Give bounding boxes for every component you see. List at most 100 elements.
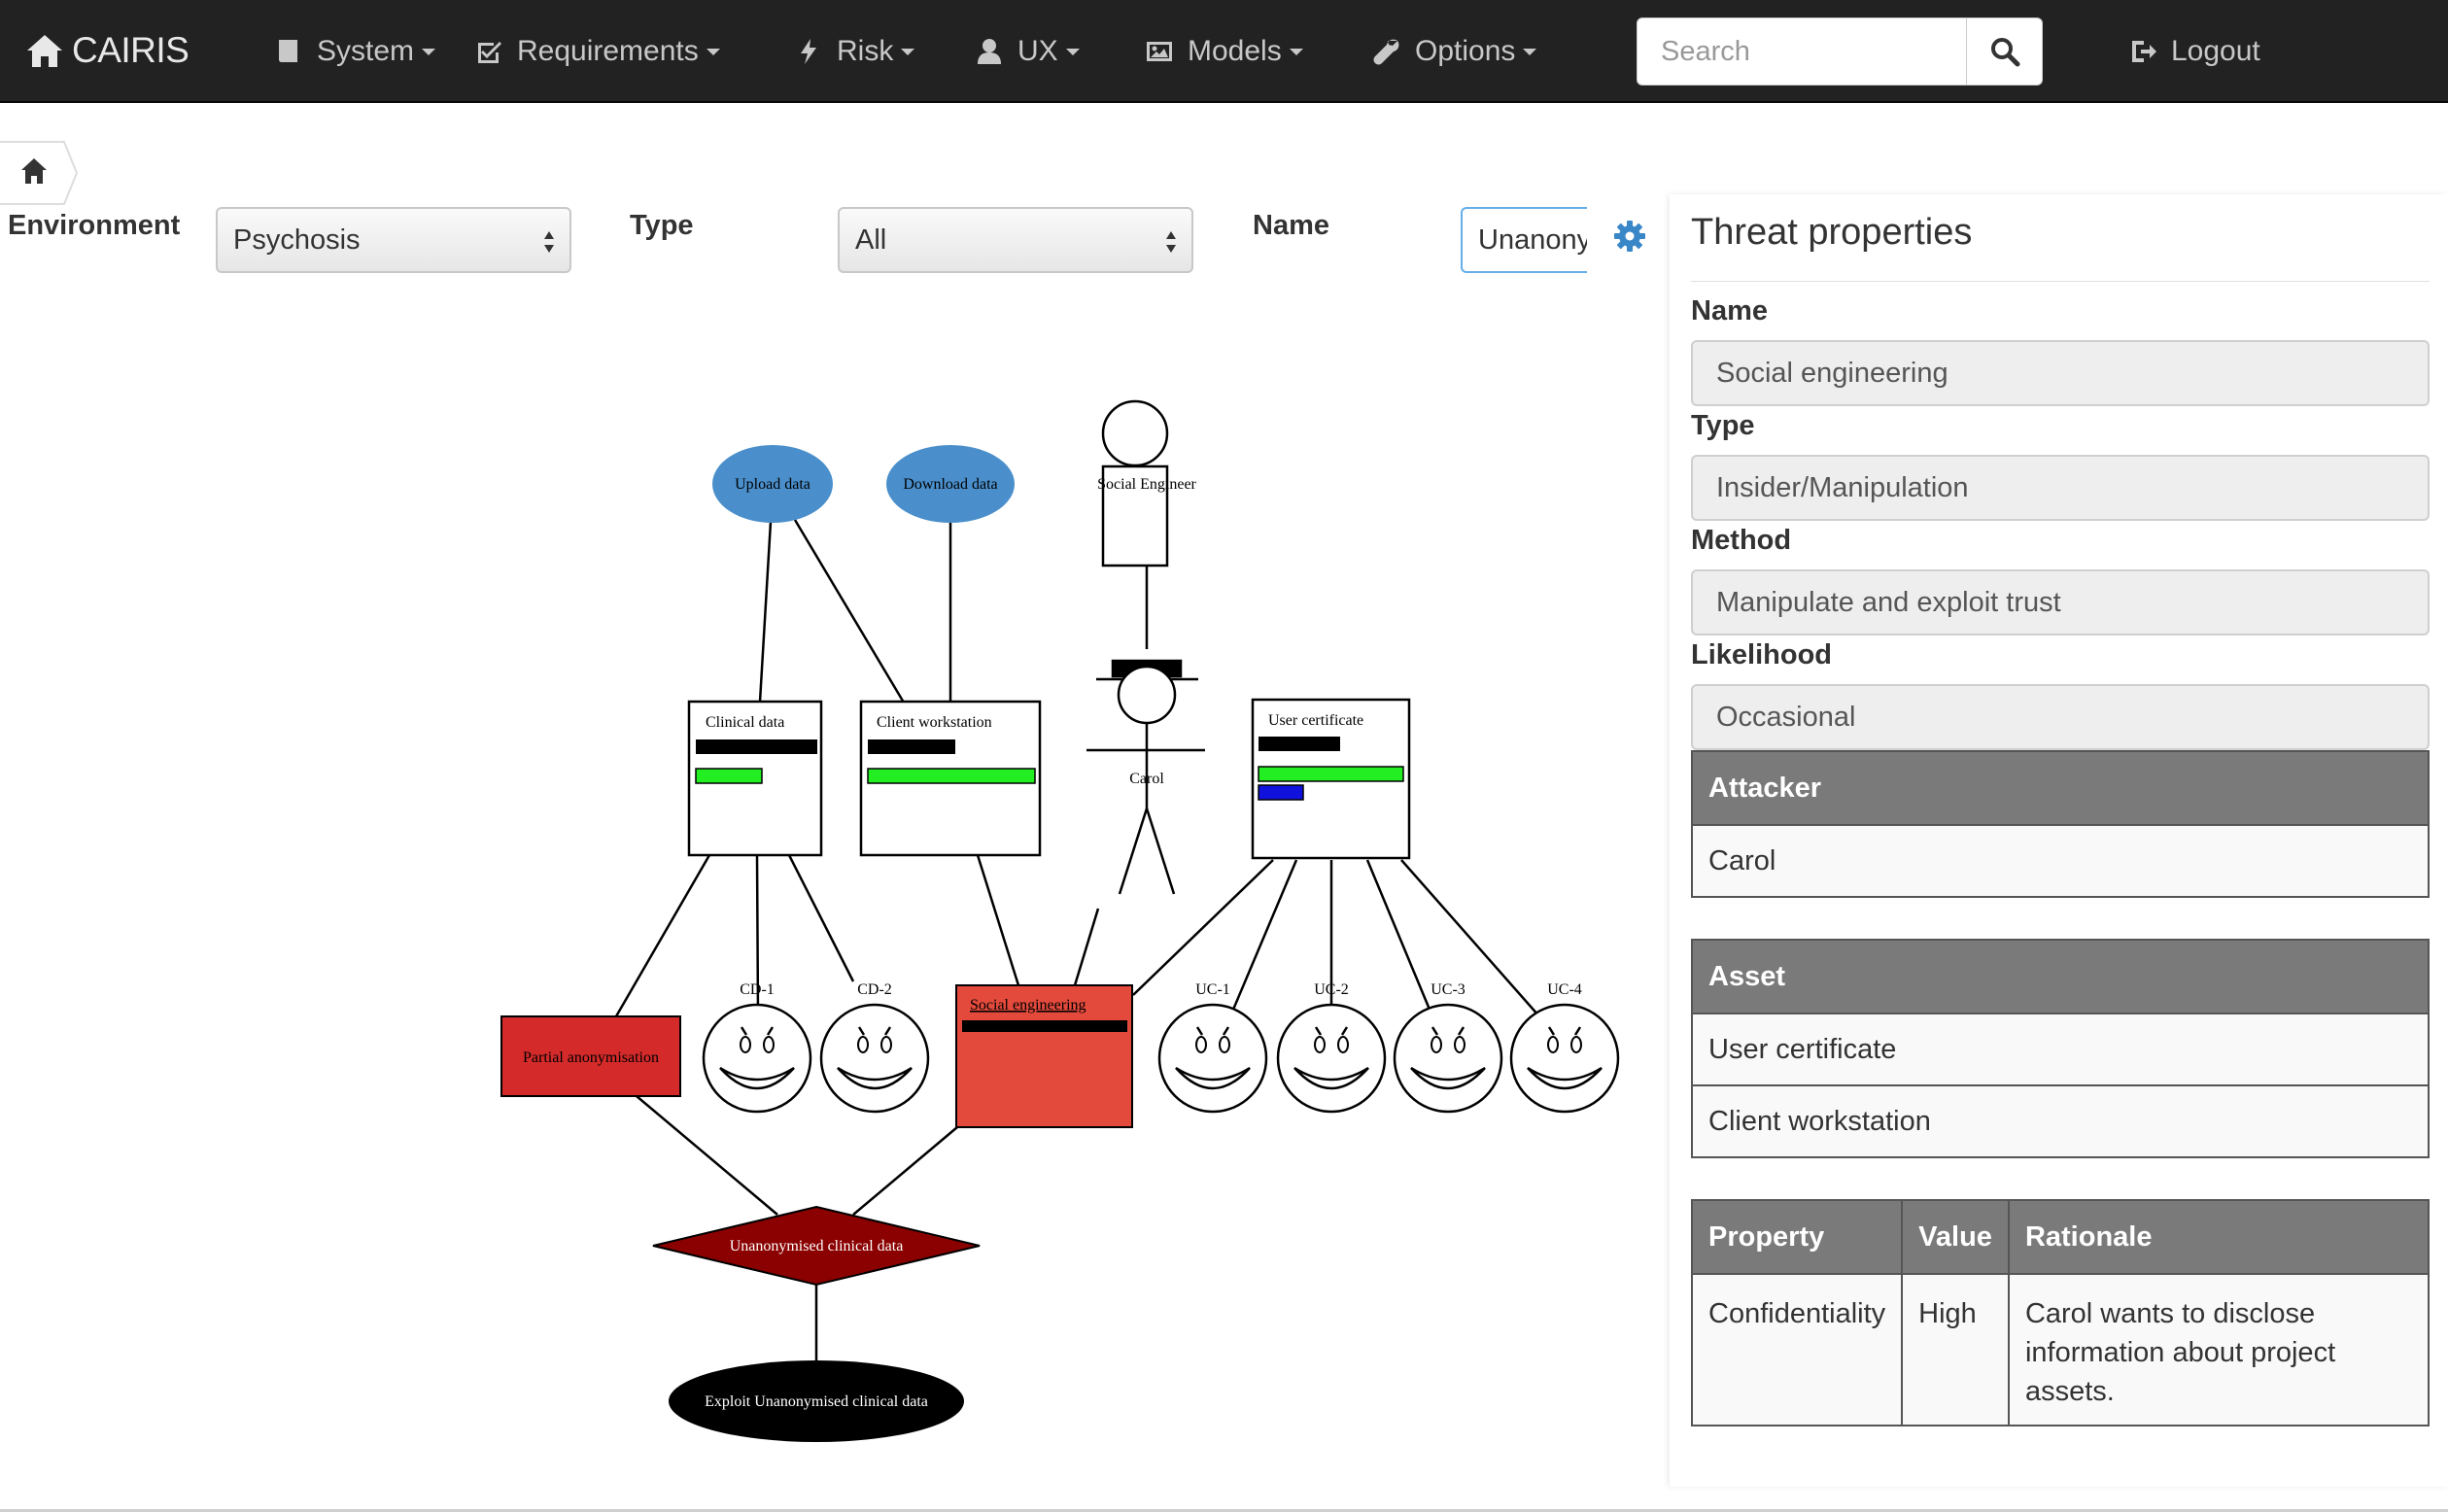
persona-uc-1[interactable]: UC-1 xyxy=(1157,981,1268,1114)
attacker-label: Carol xyxy=(1129,771,1164,787)
name-label: Name xyxy=(1253,210,1329,241)
chevron-down-icon xyxy=(901,48,915,55)
breadcrumb-home[interactable] xyxy=(0,141,79,205)
brand-link[interactable]: CAIRIS xyxy=(25,25,190,76)
panel-title: Threat properties xyxy=(1691,212,1973,253)
chevron-down-icon xyxy=(706,48,720,55)
select-arrows-icon xyxy=(1166,231,1176,253)
goal-label: Exploit Unanonymised clinical data xyxy=(705,1393,928,1410)
chevron-down-icon xyxy=(1523,48,1537,55)
asset-header: Asset xyxy=(1691,939,2430,1014)
select-arrows-icon xyxy=(544,231,554,253)
top-navbar: CAIRIS System Requirements Risk UX Model… xyxy=(0,0,2448,103)
value-cell: High xyxy=(1901,1273,2010,1426)
menu-options-label: Options xyxy=(1415,35,1516,67)
persona-uc-3[interactable]: UC-3 xyxy=(1393,981,1503,1114)
type-select[interactable]: All xyxy=(838,207,1193,273)
panel-divider xyxy=(1691,281,2430,282)
threat-label: Social engineering xyxy=(970,997,1086,1014)
threat-method-field[interactable]: Manipulate and exploit trust xyxy=(1691,569,2430,636)
persona-label: UC-4 xyxy=(1547,981,1582,998)
persona-label: CD-2 xyxy=(857,981,892,998)
threat-type-label: Type xyxy=(1691,410,1755,441)
name-select-value: Unanonymised clinical data xyxy=(1478,223,1587,256)
chevron-down-icon xyxy=(422,48,436,55)
property-table: Property Value Rationale Confidentiality… xyxy=(1690,1199,2431,1426)
property-row[interactable]: Confidentiality High Carol wants to disc… xyxy=(1690,1273,2431,1426)
attacker-row[interactable]: Carol xyxy=(1691,824,2430,898)
use-case-download-data[interactable]: Download data xyxy=(886,445,1015,523)
type-label: Type xyxy=(630,210,694,241)
asset-clinical-data[interactable]: Clinical data xyxy=(687,700,823,857)
threat-social-engineering[interactable]: Social engineering xyxy=(955,984,1133,1128)
obstacle-label: Unanonymised clinical data xyxy=(730,1238,904,1254)
user-icon xyxy=(978,39,1001,64)
rationale-col-header: Rationale xyxy=(2007,1199,2431,1275)
asset-label: Clinical data xyxy=(706,714,784,731)
use-case-label: Download data xyxy=(903,476,997,493)
asset-label: Client workstation xyxy=(877,714,992,731)
logout-label: Logout xyxy=(2171,35,2260,67)
threat-name-label: Name xyxy=(1691,295,1768,326)
use-case-label: Upload data xyxy=(735,476,810,493)
asset-table: Asset User certificate Client workstatio… xyxy=(1691,939,2430,1158)
threat-type-field[interactable]: Insider/Manipulation xyxy=(1691,455,2430,521)
gear-icon[interactable] xyxy=(1613,220,1646,253)
risk-analysis-diagram: Upload data Download data Social Enginee… xyxy=(500,399,1620,1442)
asset-label: User certificate xyxy=(1268,712,1363,729)
attacker-table: Attacker Carol xyxy=(1691,750,2430,898)
persona-cd-2[interactable]: CD-2 xyxy=(819,981,930,1114)
obstacle-unanonymised-clinical-data[interactable]: Unanonymised clinical data xyxy=(652,1205,981,1287)
environment-label: Environment xyxy=(8,210,181,241)
menu-models[interactable]: Models xyxy=(1145,29,1303,74)
asset-client-workstation[interactable]: Client workstation xyxy=(859,700,1042,857)
search-input[interactable] xyxy=(1637,17,1967,86)
check-square-icon xyxy=(478,42,501,63)
chevron-down-icon xyxy=(1065,48,1080,55)
search-button[interactable] xyxy=(1967,17,2043,86)
use-case-upload-data[interactable]: Upload data xyxy=(712,445,833,523)
brand-name: CAIRIS xyxy=(72,30,190,70)
menu-options[interactable]: Options xyxy=(1372,29,1537,74)
search-form xyxy=(1637,17,2043,86)
asset-row[interactable]: Client workstation xyxy=(1691,1084,2430,1158)
logout-icon xyxy=(2132,41,2156,62)
persona-label: CD-1 xyxy=(740,981,775,998)
menu-risk[interactable]: Risk xyxy=(794,29,915,74)
menu-ux[interactable]: UX xyxy=(975,29,1080,74)
asset-user-certificate[interactable]: User certificate xyxy=(1251,698,1411,860)
menu-requirements-label: Requirements xyxy=(517,35,699,67)
value-col-header: Value xyxy=(1901,1199,2010,1275)
persona-label: UC-3 xyxy=(1431,981,1465,998)
goal-exploit-unanonymised-clinical-data[interactable]: Exploit Unanonymised clinical data xyxy=(669,1360,964,1442)
attacker-header: Attacker xyxy=(1691,750,2430,826)
wrench-icon xyxy=(1373,39,1399,65)
role-label: Social Engineer xyxy=(1097,476,1196,493)
environment-select[interactable]: Psychosis xyxy=(216,207,571,273)
bolt-icon xyxy=(801,39,816,64)
threat-likelihood-field[interactable]: Occasional xyxy=(1691,684,2430,750)
threat-method-label: Method xyxy=(1691,525,1792,556)
menu-system[interactable]: System xyxy=(274,29,436,74)
menu-system-label: System xyxy=(317,35,415,67)
threat-name-field[interactable]: Social engineering xyxy=(1691,340,2430,406)
menu-requirements[interactable]: Requirements xyxy=(474,29,720,74)
type-select-value: All xyxy=(855,223,887,256)
book-icon xyxy=(279,40,297,62)
chevron-down-icon xyxy=(1289,48,1303,55)
environment-select-value: Psychosis xyxy=(233,223,361,256)
role-social-engineer[interactable]: Social Engineer xyxy=(1097,399,1197,567)
attacker-carol[interactable]: Carol xyxy=(1086,659,1205,895)
logout-link[interactable]: Logout xyxy=(2128,29,2260,74)
menu-ux-label: UX xyxy=(1017,35,1058,67)
menu-risk-label: Risk xyxy=(837,35,894,67)
persona-group: CD-1 CD-2 UC-1 UC-2 UC-3 UC-4 xyxy=(702,981,1620,1114)
home-icon xyxy=(27,35,62,67)
rationale-cell: Carol wants to disclose information abou… xyxy=(2007,1273,2431,1426)
vulnerability-label: Partial anonymisation xyxy=(523,1049,659,1066)
threat-likelihood-label: Likelihood xyxy=(1691,639,1832,670)
name-select[interactable]: Unanonymised clinical data xyxy=(1461,207,1587,273)
picture-icon xyxy=(1147,42,1172,61)
vulnerability-partial-anonymisation[interactable]: Partial anonymisation xyxy=(500,1015,681,1097)
asset-row[interactable]: User certificate xyxy=(1691,1013,2430,1086)
